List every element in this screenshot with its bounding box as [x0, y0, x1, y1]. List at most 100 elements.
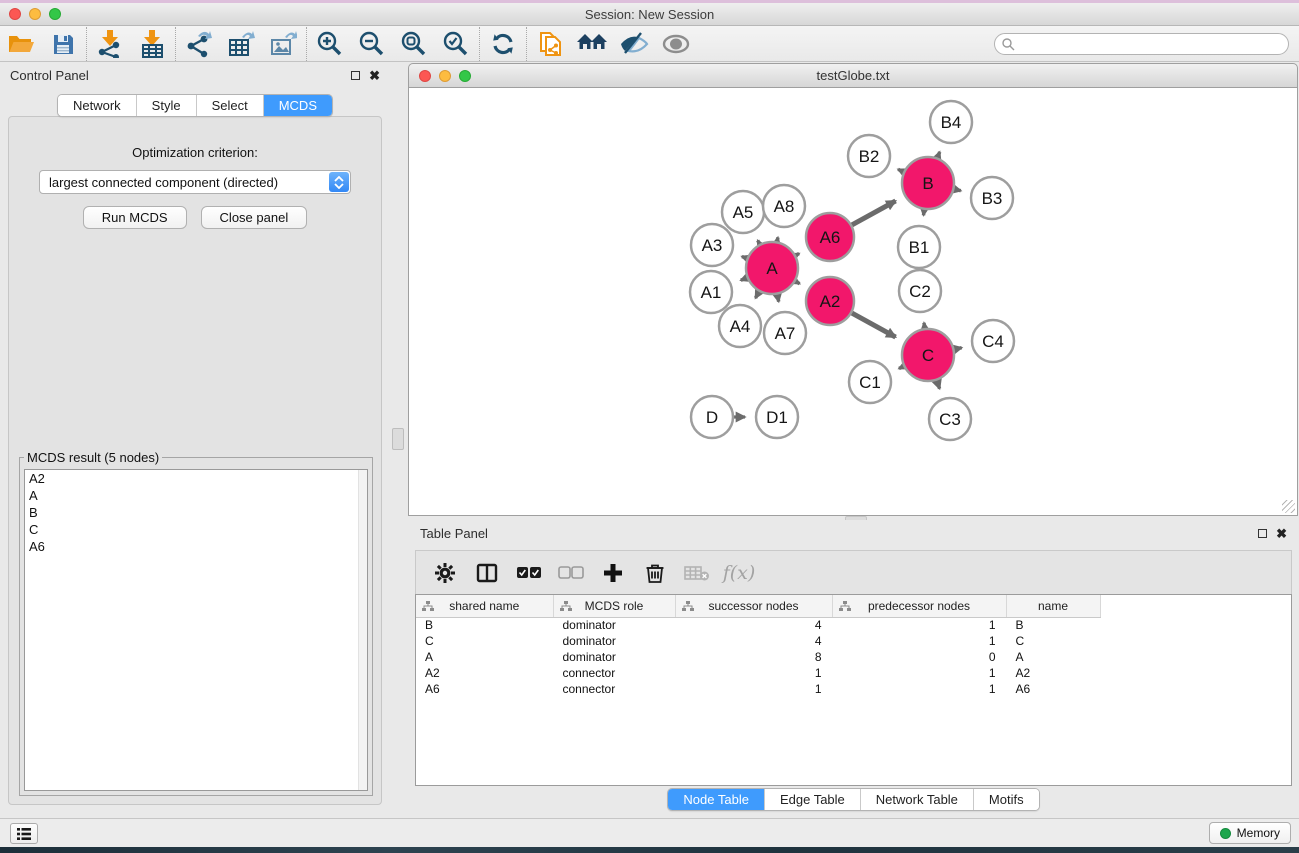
node-A[interactable]: A — [746, 242, 798, 294]
table-tab-node-table[interactable]: Node Table — [668, 789, 765, 810]
edge-C-C4[interactable] — [954, 348, 961, 350]
table-row[interactable]: Adominator80A — [416, 649, 1100, 665]
node-A1[interactable]: A1 — [690, 271, 732, 313]
gear-icon[interactable] — [426, 556, 464, 590]
edge-C-C3[interactable] — [937, 381, 940, 389]
edge-A-A1[interactable] — [741, 278, 747, 280]
resize-grip-icon[interactable] — [1282, 500, 1295, 513]
zoom-in-icon[interactable] — [309, 29, 351, 59]
edge-A-A6[interactable] — [796, 254, 799, 256]
save-session-icon[interactable] — [42, 29, 84, 59]
tab-style[interactable]: Style — [137, 95, 197, 116]
column-header-MCDS-role[interactable]: MCDS role — [553, 595, 675, 617]
edge-A-A4[interactable] — [756, 292, 760, 298]
delete-table-icon[interactable] — [678, 556, 716, 590]
edge-A-A5[interactable] — [758, 240, 760, 244]
import-table-icon[interactable] — [131, 29, 173, 59]
edge-B-B3[interactable] — [954, 189, 961, 191]
export-network-icon[interactable] — [178, 29, 220, 59]
delete-icon[interactable] — [636, 556, 674, 590]
table-row[interactable]: Cdominator41C — [416, 633, 1100, 649]
home-icon[interactable] — [571, 29, 613, 59]
node-A4[interactable]: A4 — [719, 305, 761, 347]
search-field[interactable] — [994, 33, 1289, 55]
memory-button[interactable]: Memory — [1209, 822, 1291, 844]
node-table[interactable]: shared nameMCDS rolesuccessor nodesprede… — [415, 594, 1292, 786]
run-mcds-button[interactable]: Run MCDS — [83, 206, 187, 229]
node-B4[interactable]: B4 — [930, 101, 972, 143]
edge-C-C1[interactable] — [899, 366, 904, 368]
node-B2[interactable]: B2 — [848, 135, 890, 177]
node-D[interactable]: D — [691, 396, 733, 438]
import-network-icon[interactable] — [89, 29, 131, 59]
mcds-result-item[interactable]: A6 — [25, 538, 367, 555]
float-table-panel-icon[interactable] — [1258, 529, 1267, 538]
node-B1[interactable]: B1 — [898, 226, 940, 268]
close-panel-button[interactable]: Close panel — [201, 206, 308, 229]
tab-mcds[interactable]: MCDS — [264, 95, 332, 116]
optimization-criterion-select[interactable]: largest connected component (directed) — [39, 170, 351, 194]
node-B3[interactable]: B3 — [971, 177, 1013, 219]
export-image-icon[interactable] — [262, 29, 304, 59]
table-tab-motifs[interactable]: Motifs — [974, 789, 1039, 810]
mcds-result-item[interactable]: C — [25, 521, 367, 538]
column-header-predecessor-nodes[interactable]: predecessor nodes — [832, 595, 1006, 617]
task-history-button[interactable] — [10, 823, 38, 844]
add-column-icon[interactable] — [594, 556, 632, 590]
edge-A-A7[interactable] — [777, 295, 778, 302]
export-table-icon[interactable] — [220, 29, 262, 59]
columns-icon[interactable] — [468, 556, 506, 590]
select-all-icon[interactable] — [510, 556, 548, 590]
edge-B-B4[interactable] — [938, 152, 940, 158]
column-header-successor-nodes[interactable]: successor nodes — [675, 595, 832, 617]
table-row[interactable]: A6connector11A6 — [416, 681, 1100, 697]
edge-A2-C[interactable] — [852, 313, 896, 337]
edge-B-B1[interactable] — [924, 210, 925, 216]
network-window-titlebar[interactable]: testGlobe.txt — [408, 63, 1298, 88]
node-D1[interactable]: D1 — [756, 396, 798, 438]
node-A8[interactable]: A8 — [763, 185, 805, 227]
node-A7[interactable]: A7 — [764, 312, 806, 354]
column-header-name[interactable]: name — [1006, 595, 1100, 617]
close-table-panel-icon[interactable]: ✖ — [1276, 529, 1287, 538]
mcds-result-list[interactable]: A2ABCA6 — [24, 469, 368, 791]
deselect-all-icon[interactable] — [552, 556, 590, 590]
node-A3[interactable]: A3 — [691, 224, 733, 266]
network-canvas[interactable]: B4B2BB3A5A8A6A3B1AA1C2A4A7A2C4CC1C3DD1 — [408, 88, 1298, 516]
node-A2[interactable]: A2 — [806, 277, 854, 325]
scrollbar-track[interactable] — [358, 470, 367, 790]
function-builder-icon[interactable]: f(x) — [720, 556, 758, 590]
mcds-result-item[interactable]: B — [25, 504, 367, 521]
float-panel-icon[interactable] — [351, 71, 360, 80]
table-row[interactable]: A2connector11A2 — [416, 665, 1100, 681]
hide-details-icon[interactable] — [613, 29, 655, 59]
open-session-icon[interactable] — [0, 29, 42, 59]
refresh-icon[interactable] — [482, 29, 524, 59]
edge-A-A3[interactable] — [742, 257, 747, 259]
edge-A6-B[interactable] — [852, 201, 896, 225]
node-C[interactable]: C — [902, 329, 954, 381]
column-header-shared-name[interactable]: shared name — [416, 595, 553, 617]
table-tab-network-table[interactable]: Network Table — [861, 789, 974, 810]
node-C3[interactable]: C3 — [929, 398, 971, 440]
vertical-splitter-handle[interactable] — [392, 428, 404, 450]
clone-network-icon[interactable] — [529, 29, 571, 59]
tab-network[interactable]: Network — [58, 95, 137, 116]
zoom-selected-icon[interactable] — [435, 29, 477, 59]
table-row[interactable]: Bdominator41B — [416, 617, 1100, 633]
mcds-result-item[interactable]: A2 — [25, 470, 367, 487]
edge-A-A8[interactable] — [777, 237, 778, 241]
show-details-icon[interactable] — [655, 29, 697, 59]
edge-A-A2[interactable] — [796, 281, 800, 283]
node-C2[interactable]: C2 — [899, 270, 941, 312]
edge-C-C2[interactable] — [924, 323, 925, 328]
mcds-result-item[interactable]: A — [25, 487, 367, 504]
tab-select[interactable]: Select — [197, 95, 264, 116]
node-C4[interactable]: C4 — [972, 320, 1014, 362]
node-C1[interactable]: C1 — [849, 361, 891, 403]
node-A5[interactable]: A5 — [722, 191, 764, 233]
zoom-out-icon[interactable] — [351, 29, 393, 59]
table-tab-edge-table[interactable]: Edge Table — [765, 789, 861, 810]
close-panel-icon[interactable]: ✖ — [369, 71, 380, 80]
search-input[interactable] — [1015, 37, 1288, 51]
